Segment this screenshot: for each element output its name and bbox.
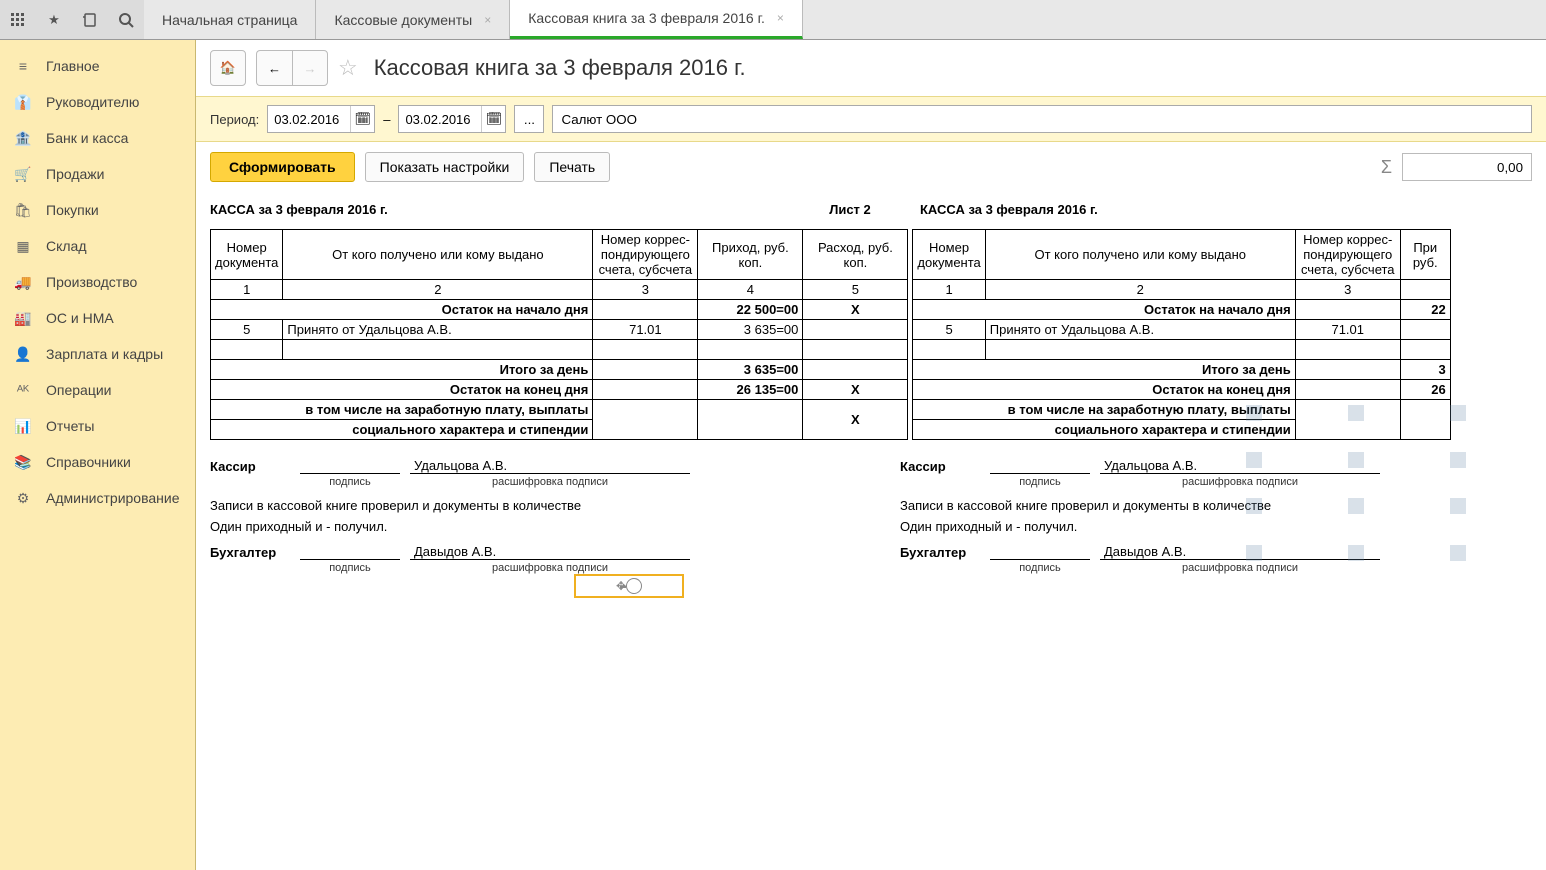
cashier-label: Кассир xyxy=(210,459,290,474)
sidebar-item-production[interactable]: 🚚 Производство xyxy=(0,264,195,300)
col-desc: От кого получено или кому выдано xyxy=(985,230,1295,280)
report-caption-right: КАССА за 3 февраля 2016 г. xyxy=(900,202,1400,217)
col-acct: Номер коррес-пондирующего счета, субсчет… xyxy=(593,230,698,280)
cash-table-left: Номер документа От кого получено или ком… xyxy=(210,229,908,440)
sum-box[interactable] xyxy=(1402,153,1532,181)
cash-table-right: Номер документа От кого получено или ком… xyxy=(912,229,1450,440)
sidebar-label: Операции xyxy=(46,382,112,398)
col-out: Расход, руб. коп. xyxy=(803,230,908,280)
page-title: Кассовая книга за 3 февраля 2016 г. xyxy=(374,55,746,81)
cart-icon: 🛒 xyxy=(14,165,32,183)
signature-line xyxy=(300,559,400,560)
period-label: Период: xyxy=(210,112,259,127)
sidebar-label: Справочники xyxy=(46,454,131,470)
calendar-icon[interactable]: 🗓 xyxy=(481,106,505,132)
book-icon: 📚 xyxy=(14,453,32,471)
sidebar-item-bank[interactable]: 🏦 Банк и касса xyxy=(0,120,195,156)
signature-block-left: Кассир Удальцова А.В. подписьрасшифровка… xyxy=(210,458,690,584)
date-from-input[interactable]: 🗓 xyxy=(267,105,375,133)
grid-icon: ▦ xyxy=(14,237,32,255)
sidebar: ≡ Главное 👔 Руководителю 🏦 Банк и касса 🛒 Пр… xyxy=(0,40,196,870)
sidebar-item-main[interactable]: ≡ Главное xyxy=(0,48,195,84)
active-cell[interactable]: ✥ xyxy=(574,574,684,598)
calendar-icon[interactable]: 🗓 xyxy=(350,106,374,132)
chart-icon: 📊 xyxy=(14,417,32,435)
sidebar-item-manager[interactable]: 👔 Руководителю xyxy=(0,84,195,120)
col-acct: Номер коррес-пондирующего счета, субсчет… xyxy=(1295,230,1400,280)
tab-cash-book[interactable]: Кассовая книга за 3 февраля 2016 г. × xyxy=(510,0,803,39)
sidebar-item-operations[interactable]: ᴬᴷ Операции xyxy=(0,372,195,408)
favorite-icon[interactable]: ☆ xyxy=(338,55,358,81)
bag-icon: 🛍 xyxy=(14,201,32,219)
sidebar-label: Главное xyxy=(46,58,100,74)
period-more-button[interactable]: ... xyxy=(514,105,544,133)
sidebar-label: Руководителю xyxy=(46,94,139,110)
sidebar-label: ОС и НМА xyxy=(46,310,114,326)
sidebar-label: Продажи xyxy=(46,166,104,182)
sidebar-item-admin[interactable]: ⚙ Администрирование xyxy=(0,480,195,516)
sidebar-item-refs[interactable]: 📚 Справочники xyxy=(0,444,195,480)
report-sheet: Лист 2 xyxy=(800,202,900,217)
sidebar-label: Покупки xyxy=(46,202,99,218)
col-in: При руб. xyxy=(1400,230,1450,280)
sigma-icon: Σ xyxy=(1381,157,1392,178)
show-settings-button[interactable]: Показать настройки xyxy=(365,152,525,182)
sidebar-item-purchases[interactable]: 🛍 Покупки xyxy=(0,192,195,228)
sidebar-label: Производство xyxy=(46,274,137,290)
menu-icon: ≡ xyxy=(14,57,32,75)
tab-label: Начальная страница xyxy=(162,12,297,28)
org-input[interactable] xyxy=(552,105,1532,133)
search-icon[interactable] xyxy=(112,6,140,34)
bank-icon: 🏦 xyxy=(14,129,32,147)
home-button[interactable]: 🏠 xyxy=(210,50,246,86)
box-icon: 🏭 xyxy=(14,309,32,327)
move-cursor-icon: ✥ xyxy=(616,579,626,593)
gear-icon: ⚙ xyxy=(14,489,32,507)
history-icon[interactable] xyxy=(76,6,104,34)
tab-close-icon[interactable]: × xyxy=(484,13,491,27)
accountant-name: Давыдов А.В. xyxy=(410,544,690,560)
tab-start-page[interactable]: Начальная страница xyxy=(144,0,316,39)
sidebar-item-assets[interactable]: 🏭 ОС и НМА xyxy=(0,300,195,336)
sidebar-label: Администрирование xyxy=(46,490,180,506)
user-tie-icon: 👔 xyxy=(14,93,32,111)
col-in: Приход, руб. коп. xyxy=(698,230,803,280)
date-sep: – xyxy=(383,112,390,127)
tab-cash-docs[interactable]: Кассовые документы × xyxy=(316,0,510,39)
col-desc: От кого получено или кому выдано xyxy=(283,230,593,280)
date-to-field[interactable] xyxy=(399,112,481,127)
ops-icon: ᴬᴷ xyxy=(14,381,32,399)
tab-close-icon[interactable]: × xyxy=(777,11,784,25)
print-button[interactable]: Печать xyxy=(534,152,610,182)
sidebar-item-sales[interactable]: 🛒 Продажи xyxy=(0,156,195,192)
star-icon[interactable]: ★ xyxy=(40,6,68,34)
sidebar-label: Зарплата и кадры xyxy=(46,346,163,362)
date-to-input[interactable]: 🗓 xyxy=(398,105,506,133)
sidebar-label: Отчеты xyxy=(46,418,94,434)
sidebar-label: Банк и касса xyxy=(46,130,128,146)
report-caption-left: КАССА за 3 февраля 2016 г. xyxy=(210,202,800,217)
cashier-name: Удальцова А.В. xyxy=(410,458,690,474)
truck-icon: 🚚 xyxy=(14,273,32,291)
person-icon: 👤 xyxy=(14,345,32,363)
sidebar-item-stock[interactable]: ▦ Склад xyxy=(0,228,195,264)
accountant-label: Бухгалтер xyxy=(210,545,290,560)
tab-label: Кассовая книга за 3 февраля 2016 г. xyxy=(528,10,765,26)
signature-block-right: Кассир Удальцова А.В. подписьрасшифровка… xyxy=(900,458,1380,584)
date-from-field[interactable] xyxy=(268,112,350,127)
tab-label: Кассовые документы xyxy=(334,12,472,28)
signature-line xyxy=(300,473,400,474)
apps-icon[interactable] xyxy=(4,6,32,34)
sidebar-item-reports[interactable]: 📊 Отчеты xyxy=(0,408,195,444)
sidebar-label: Склад xyxy=(46,238,87,254)
forward-button[interactable]: → xyxy=(292,50,328,86)
back-button[interactable]: ← xyxy=(256,50,292,86)
col-doc-num: Номер документа xyxy=(211,230,283,280)
sidebar-item-payroll[interactable]: 👤 Зарплата и кадры xyxy=(0,336,195,372)
col-doc-num: Номер документа xyxy=(913,230,985,280)
generate-button[interactable]: Сформировать xyxy=(210,152,355,182)
